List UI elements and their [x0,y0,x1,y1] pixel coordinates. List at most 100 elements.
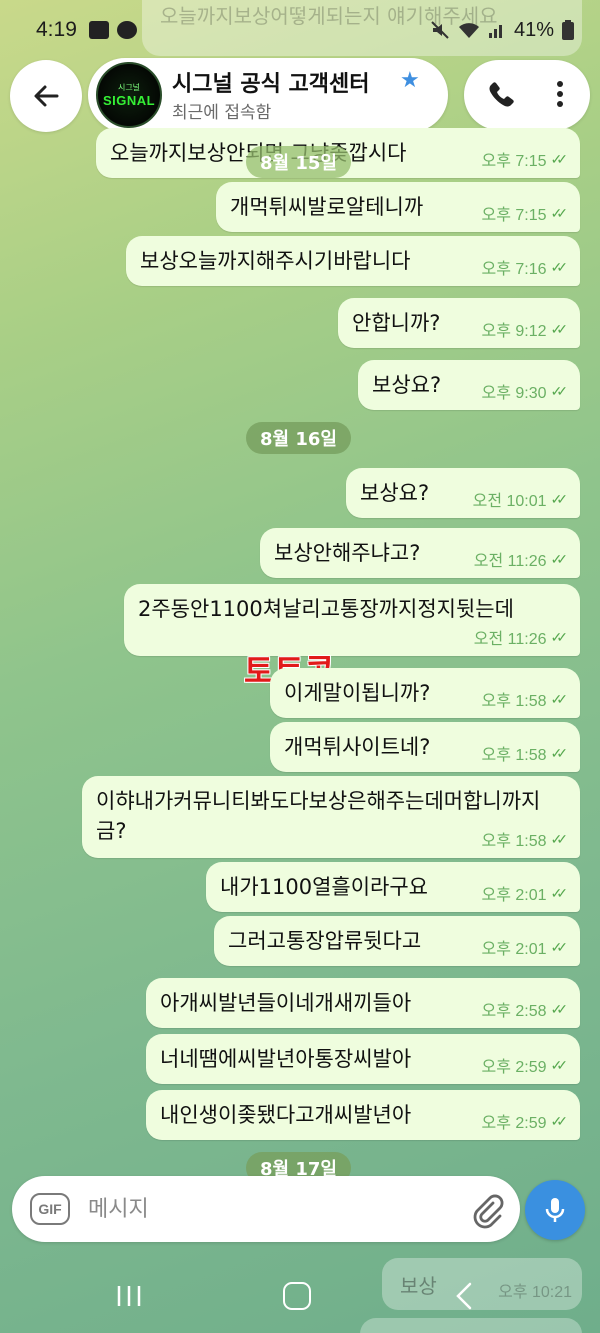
message-meta: 오후 9:30 ✓✓ [482,379,569,403]
double-check-icon: ✓✓ [550,628,569,645]
message-bubble[interactable]: 너네땜에씨발년아통장씨발아 오후 2:59 ✓✓ [146,1034,580,1084]
message-bubble[interactable]: 보상오늘까지해주시기바랍니다 오후 7:16 ✓✓ [126,236,580,286]
message-time: 오후 1:58 [481,693,547,710]
double-check-icon: ✓✓ [550,1000,569,1017]
message-time: 오후 2:59 [481,1059,547,1076]
message-meta: 오후 1:58 ✓✓ [482,827,569,851]
message-time: 오후 2:58 [481,1003,547,1020]
double-check-icon: ✓✓ [550,490,569,507]
message-time: 오후 2:01 [481,941,547,958]
message-time: 오후 7:15 [481,207,547,224]
message-bubble[interactable]: 개먹튀씨발로알테니까 오후 7:15 ✓✓ [216,182,580,232]
message-meta: 오후 2:59 ✓✓ [482,1053,569,1077]
chat-header: 시그널 SIGNAL 시그널 공식 고객센터 ★ 최근에 접속함 [0,58,600,132]
message-bubble[interactable]: 보상안해주냐고? 오전 11:26 ✓✓ [260,528,580,578]
message-meta: 오후 7:15 ✓✓ [482,201,569,225]
message-meta: 오후 1:58 ✓✓ [482,741,569,765]
double-check-icon: ✓✓ [550,204,569,221]
message-time: 오후 2:01 [481,887,547,904]
attach-button[interactable] [466,1190,506,1230]
message-time: 오후 2:59 [481,1115,547,1132]
last-seen-status: 최근에 접속함 [172,103,272,123]
nav-back-icon[interactable] [450,1280,480,1312]
arrow-left-icon [34,85,59,107]
message-time: 오후 1:58 [481,747,547,764]
message-bubble[interactable]: 개먹튀사이트네? 오후 1:58 ✓✓ [270,722,580,772]
notification-icons [88,21,137,39]
message-bubble[interactable]: 그러고통장압류뒷다고 오후 2:01 ✓✓ [214,916,580,966]
message-meta: 오전 11:26 ✓✓ [474,625,568,649]
gif-button[interactable]: GIF [30,1193,70,1225]
message-meta: 오후 2:58 ✓✓ [482,997,569,1021]
message-input[interactable] [88,1190,448,1228]
message-time: 오후 1:58 [481,833,547,850]
message-bubble[interactable]: 이게말이됩니까? 오후 1:58 ✓✓ [270,668,580,718]
home-icon[interactable] [283,1282,311,1310]
message-bubble[interactable]: 이햐내가커뮤니티봐도다보상은해주는데머합니까지금? 오후 1:58 ✓✓ [82,776,580,858]
chat-notification-icon [116,21,137,39]
double-check-icon: ✓✓ [550,830,569,847]
microphone-icon [545,1198,565,1222]
double-check-icon: ✓✓ [550,1056,569,1073]
message-meta: 오후 2:01 ✓✓ [482,935,569,959]
system-nav-bar [0,1266,600,1326]
message-time: 오후 9:12 [481,323,547,340]
header-actions [464,60,590,130]
double-check-icon: ✓✓ [550,1112,569,1129]
message-bubble[interactable]: 내가1100열흘이라구요 오후 2:01 ✓✓ [206,862,580,912]
double-check-icon: ✓✓ [550,382,569,399]
message-meta: 오전 10:01 ✓✓ [472,487,569,511]
double-check-icon: ✓✓ [550,884,569,901]
battery-icon [562,20,574,40]
status-right: 41% [430,19,574,42]
voice-record-button[interactable] [525,1180,585,1240]
mute-icon [431,21,449,39]
message-meta: 오후 1:58 ✓✓ [482,687,569,711]
double-check-icon: ✓✓ [550,258,569,275]
star-icon: ★ [400,68,420,93]
message-meta: 오전 11:26 ✓✓ [474,547,568,571]
double-check-icon: ✓✓ [550,150,569,167]
double-check-icon: ✓✓ [550,690,569,707]
double-check-icon: ✓✓ [550,744,569,761]
message-time: 오전 11:26 [473,553,547,570]
battery-percent: 41% [513,18,554,41]
wifi-icon [458,23,479,38]
chat-title: 시그널 공식 고객센터 [172,72,370,97]
status-bar: 4:19 41% [0,0,600,60]
date-separator: 8월 15일 [246,146,351,178]
recents-icon[interactable] [112,1284,146,1308]
message-time: 오후 9:30 [481,385,547,402]
call-button[interactable] [480,74,520,114]
message-meta: 오후 7:15 ✓✓ [482,147,569,171]
phone-icon [489,82,514,107]
message-text: 2주동안1100쳐날리고통장까지정지뒷는데 [138,597,514,621]
more-vertical-icon [557,81,563,107]
message-meta: 오후 9:12 ✓✓ [482,317,569,341]
message-composer: GIF [12,1176,520,1242]
back-button[interactable] [10,60,82,132]
double-check-icon: ✓✓ [550,550,569,567]
signal-icon [488,25,502,38]
avatar-small-text: 시그널 [117,83,141,92]
date-separator: 8월 16일 [246,422,351,454]
double-check-icon: ✓✓ [550,938,569,955]
message-bubble[interactable]: 보상요? 오후 9:30 ✓✓ [358,360,580,410]
message-bubble[interactable]: 보상요? 오전 10:01 ✓✓ [346,468,580,518]
message-time: 오후 7:15 [481,153,547,170]
paperclip-icon [473,1194,504,1229]
more-options-button[interactable] [540,74,580,114]
double-check-icon: ✓✓ [550,320,569,337]
gallery-notification-icon [88,21,109,39]
avatar[interactable]: 시그널 SIGNAL [96,62,162,128]
message-bubble[interactable]: 아개씨발년들이네개새끼들아 오후 2:58 ✓✓ [146,978,580,1028]
message-bubble[interactable]: 2주동안1100쳐날리고통장까지정지뒷는데 오전 11:26 ✓✓ [124,584,580,656]
message-time: 오전 10:01 [472,493,547,510]
message-time: 오전 11:26 [473,631,547,648]
chat-info-button[interactable]: 시그널 SIGNAL 시그널 공식 고객센터 ★ 최근에 접속함 [88,58,448,132]
message-bubble[interactable]: 안합니까? 오후 9:12 ✓✓ [338,298,580,348]
message-bubble[interactable]: 내인생이좆됐다고개씨발년아 오후 2:59 ✓✓ [146,1090,580,1140]
message-time: 오후 7:16 [481,261,547,278]
avatar-logo: SIGNAL [102,93,156,108]
status-time: 4:19 [36,18,77,41]
